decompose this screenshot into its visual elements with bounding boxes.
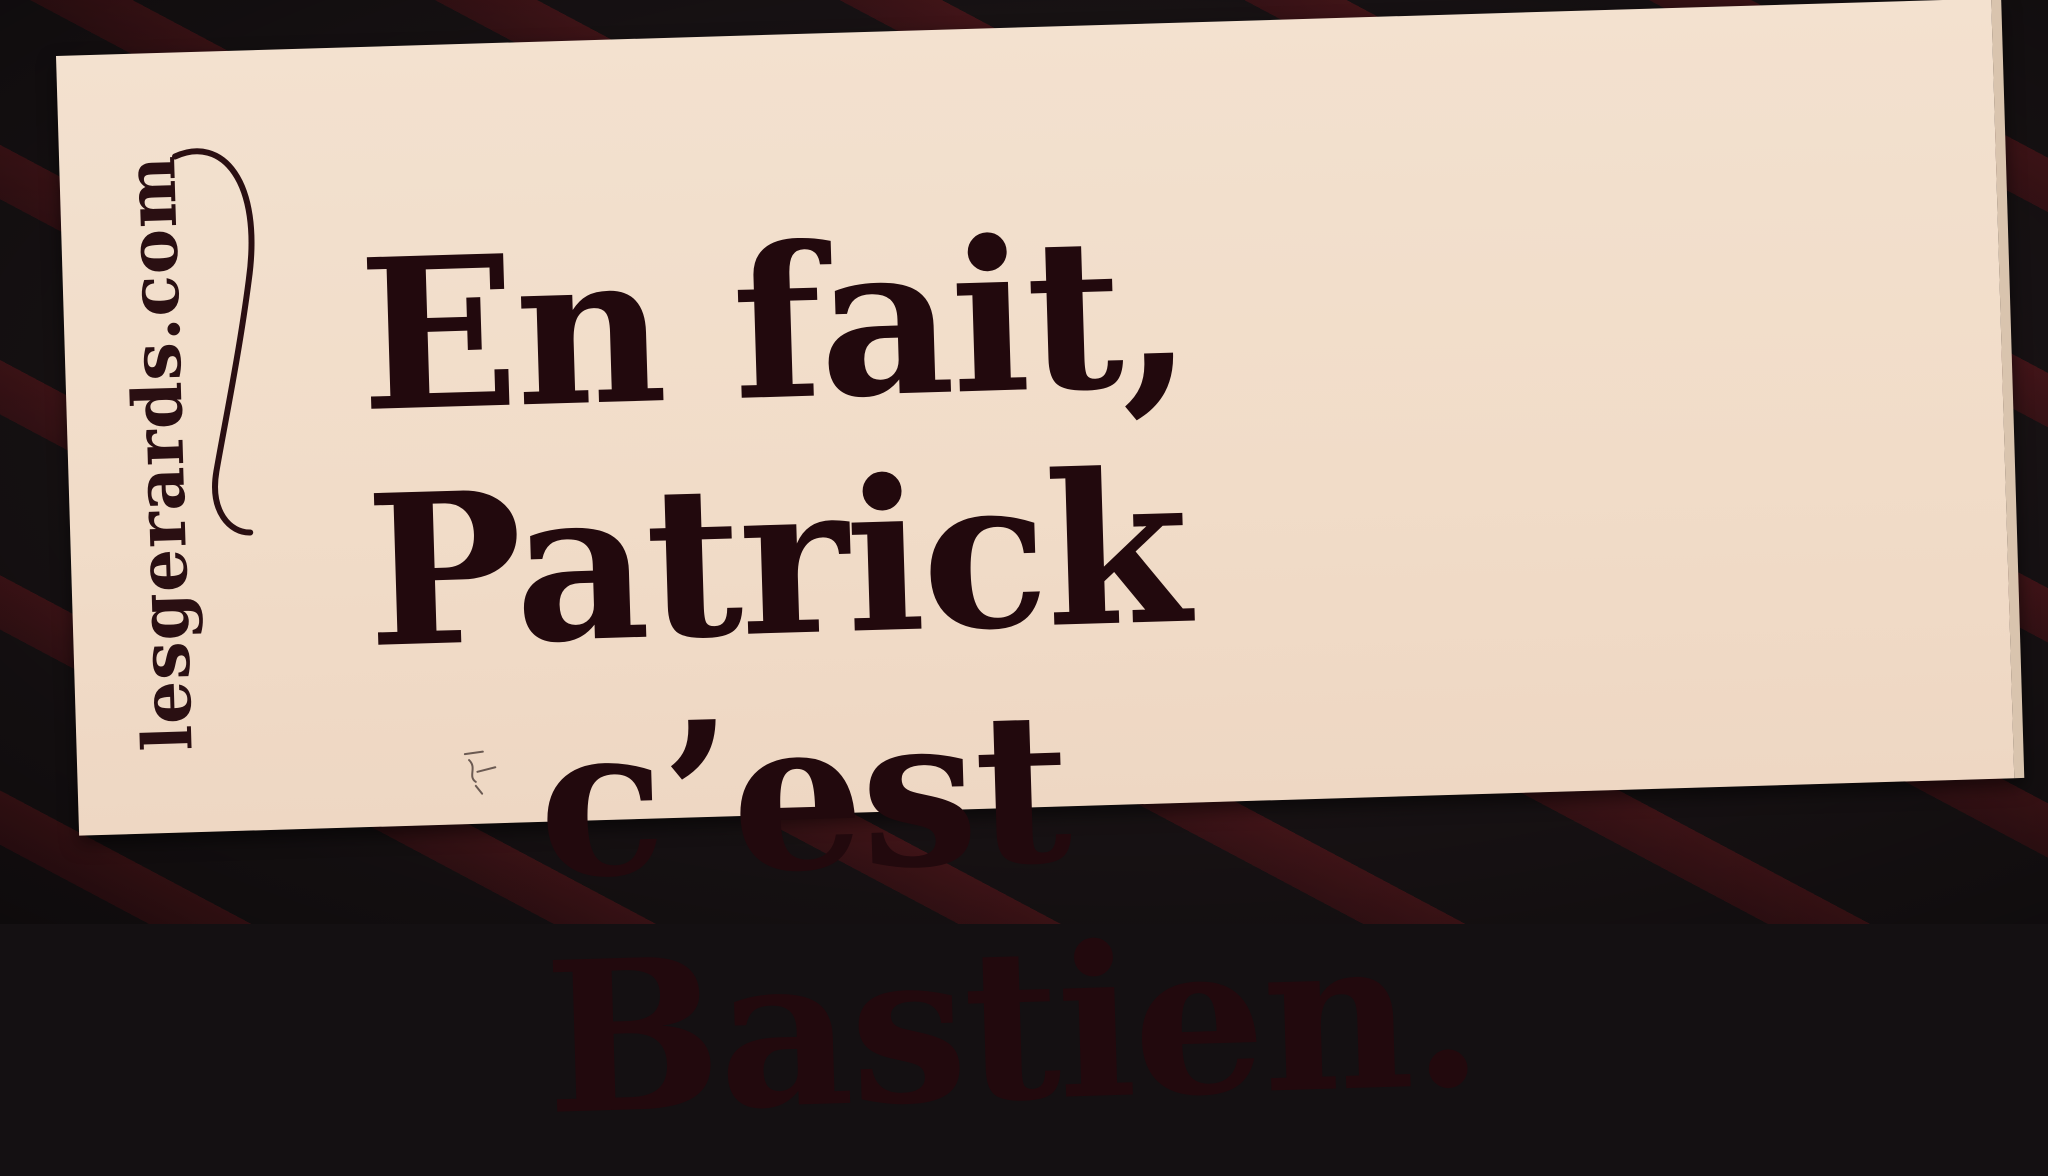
headline-line-2: c’est Bastien. xyxy=(534,666,1484,1162)
swoosh-icon xyxy=(172,148,255,536)
headline: En fait, Patrick c’est Bastien. xyxy=(356,172,1983,1163)
headline-line-1: En fait, Patrick xyxy=(355,190,1193,695)
sticker: lesgerards.com En fait, Patrick c’est Ba… xyxy=(56,0,2025,1162)
pen-mark-icon xyxy=(463,750,497,795)
